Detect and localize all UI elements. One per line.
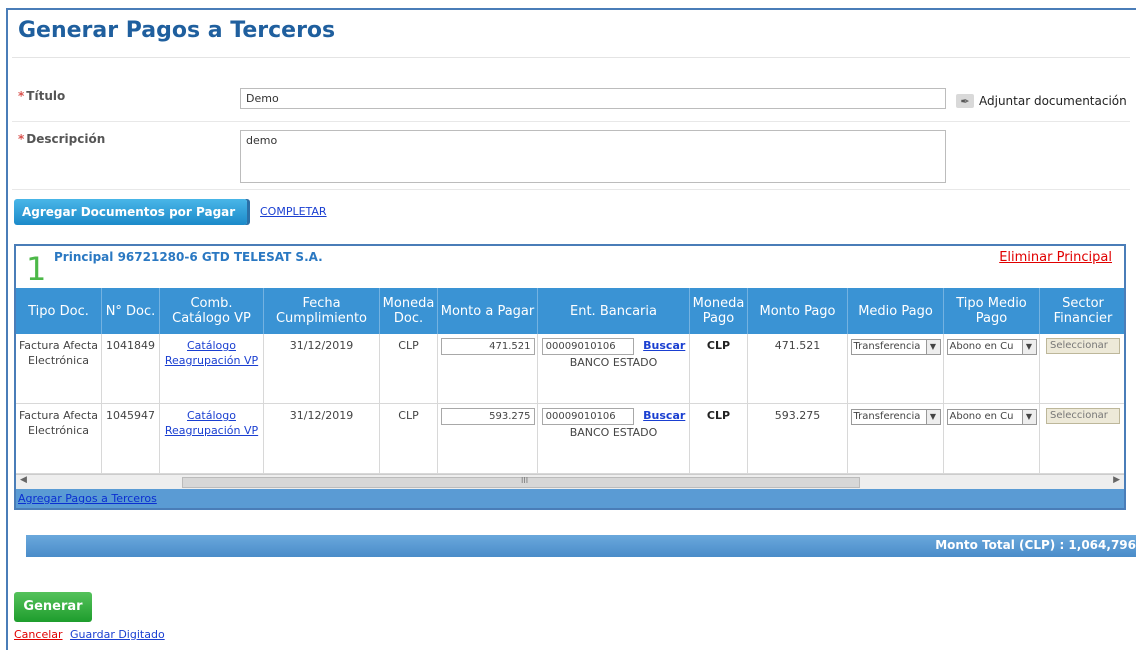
buscar-link[interactable]: Buscar <box>643 409 685 422</box>
cell-tipo-doc: Factura Afecta Electrónica <box>16 404 102 474</box>
cell-moneda-pago: CLP <box>690 334 748 404</box>
scrollbar-thumb[interactable]: III <box>182 476 860 488</box>
banco-name: BANCO ESTADO <box>569 426 658 439</box>
buscar-link[interactable]: Buscar <box>643 339 685 352</box>
medio-pago-select[interactable]: Transferencia ▼ <box>850 338 941 355</box>
form-row-divider <box>12 121 1130 122</box>
table-row: Factura Afecta Electrónica 1041849 Catál… <box>16 334 1124 404</box>
col-tipo-medio-pago: Tipo Medio Pago <box>944 288 1040 334</box>
completar-link[interactable]: COMPLETAR <box>260 205 327 218</box>
col-monto-pago: Monto Pago <box>748 288 848 334</box>
cell-tipo-doc: Factura Afecta Electrónica <box>16 334 102 404</box>
col-fecha: Fecha Cumplimiento <box>264 288 380 334</box>
col-monto-pagar: Monto a Pagar <box>438 288 538 334</box>
panel-number: 1 <box>26 250 47 288</box>
grip-icon: III <box>521 476 529 485</box>
attach-documentation-link[interactable]: ✒ Adjuntar documentación <box>956 94 1127 108</box>
chevron-down-icon: ▼ <box>1021 339 1036 354</box>
bottom-links: Cancelar Guardar Digitado <box>14 628 165 641</box>
titulo-input[interactable]: Demo <box>240 88 946 109</box>
guardar-digitado-link[interactable]: Guardar Digitado <box>70 628 165 641</box>
ent-bancaria-input[interactable]: 00009010106 <box>541 408 634 425</box>
catalogo-link[interactable]: Catálogo Reagrupación VP <box>165 339 258 367</box>
cell-moneda-pago: CLP <box>690 404 748 474</box>
panel-header: 1 Principal 96721280-6 GTD TELESAT S.A. … <box>16 246 1124 288</box>
banco-name: BANCO ESTADO <box>569 356 658 369</box>
panel-title: Principal 96721280-6 GTD TELESAT S.A. <box>54 250 323 264</box>
tipo-medio-pago-select[interactable]: Abono en Cu ▼ <box>946 408 1037 425</box>
tipo-medio-pago-select[interactable]: Abono en Cu ▼ <box>946 338 1037 355</box>
cell-monto-pago: 471.521 <box>748 334 848 404</box>
ent-bancaria-input[interactable]: 00009010106 <box>541 338 634 355</box>
sector-select-button[interactable]: Seleccionar <box>1046 408 1120 424</box>
chevron-down-icon: ▼ <box>1021 409 1036 424</box>
eliminar-principal-link[interactable]: Eliminar Principal <box>999 250 1112 265</box>
col-medio-pago: Medio Pago <box>848 288 944 334</box>
title-divider <box>12 57 1130 58</box>
generar-button[interactable]: Generar <box>14 592 92 622</box>
cancelar-link[interactable]: Cancelar <box>14 628 63 641</box>
cell-fecha: 31/12/2019 <box>264 334 380 404</box>
col-n-doc: N° Doc. <box>102 288 160 334</box>
cell-moneda-doc: CLP <box>380 334 438 404</box>
cell-monto-pago: 593.275 <box>748 404 848 474</box>
total-amount: Monto Total (CLP) : 1,064,796 <box>935 538 1136 552</box>
monto-pagar-input[interactable]: 471.521 <box>440 338 535 355</box>
total-bar: Monto Total (CLP) : 1,064,796 <box>26 535 1136 557</box>
medio-pago-select[interactable]: Transferencia ▼ <box>850 408 941 425</box>
scroll-left-icon[interactable]: ◀ <box>20 475 27 485</box>
cell-moneda-doc: CLP <box>380 404 438 474</box>
col-ent-bancaria: Ent. Bancaria <box>538 288 690 334</box>
panel-footer: Agregar Pagos a Terceros <box>16 489 1124 508</box>
table-header: Tipo Doc. N° Doc. Comb. Catálogo VP Fech… <box>16 288 1124 334</box>
col-moneda-doc: Moneda Doc. <box>380 288 438 334</box>
principal-panel: 1 Principal 96721280-6 GTD TELESAT S.A. … <box>14 244 1126 510</box>
monto-pagar-input[interactable]: 593.275 <box>440 408 535 425</box>
cell-n-doc: 1041849 <box>102 334 160 404</box>
cell-fecha: 31/12/2019 <box>264 404 380 474</box>
scroll-right-icon[interactable]: ▶ <box>1113 475 1120 485</box>
horizontal-scrollbar[interactable]: ◀ III ▶ <box>16 474 1124 489</box>
col-tipo-doc: Tipo Doc. <box>16 288 102 334</box>
chevron-down-icon: ▼ <box>925 409 940 424</box>
add-documents-button[interactable]: Agregar Documentos por Pagar <box>14 199 248 225</box>
catalogo-link[interactable]: Catálogo Reagrupación VP <box>165 409 258 437</box>
paperclip-icon: ✒ <box>956 94 974 108</box>
descripcion-label: * Descripción <box>18 132 106 146</box>
form-row-divider <box>12 189 1130 190</box>
col-moneda-pago: Moneda Pago <box>690 288 748 334</box>
agregar-pagos-link[interactable]: Agregar Pagos a Terceros <box>18 492 157 505</box>
titulo-label: * Título <box>18 89 66 103</box>
descripcion-textarea[interactable]: demo <box>240 130 946 183</box>
cell-n-doc: 1045947 <box>102 404 160 474</box>
table-row: Factura Afecta Electrónica 1045947 Catál… <box>16 404 1124 474</box>
col-sector-financiero: Sector Financier <box>1053 296 1113 326</box>
page-title: Generar Pagos a Terceros <box>18 18 336 43</box>
sector-select-button[interactable]: Seleccionar <box>1046 338 1120 354</box>
col-catalogo: Comb. Catálogo VP <box>160 288 264 334</box>
chevron-down-icon: ▼ <box>925 339 940 354</box>
